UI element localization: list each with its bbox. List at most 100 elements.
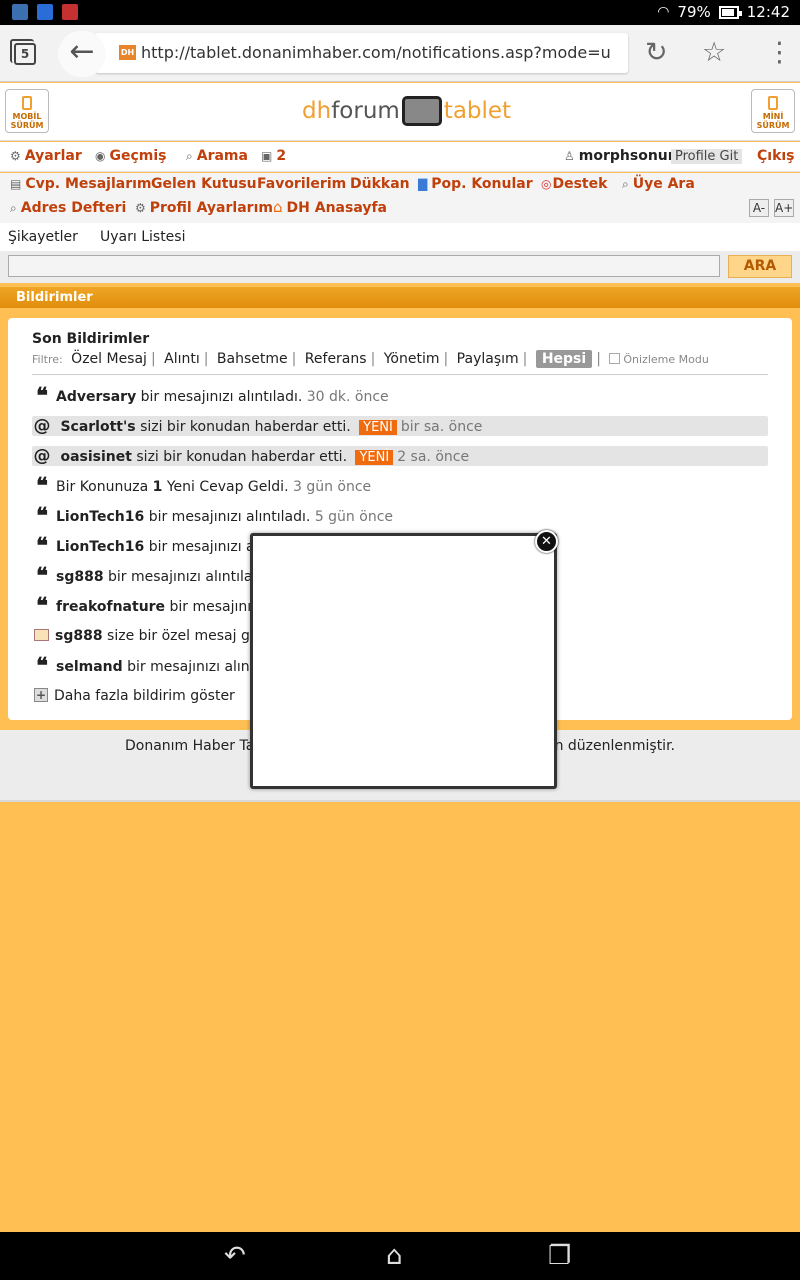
notification-user[interactable]: sg888 bbox=[56, 569, 104, 585]
wifi-icon: ◠ bbox=[657, 4, 670, 20]
mini-version-label: MİNİ SÜRÜM bbox=[756, 112, 790, 130]
notification-user[interactable]: selmand bbox=[56, 659, 123, 675]
notification-user[interactable]: Scarlott's bbox=[60, 419, 135, 435]
mini-version-button[interactable]: MİNİ SÜRÜM bbox=[751, 89, 795, 133]
site-favicon: DH bbox=[119, 45, 136, 60]
nav-messages[interactable]: ▣ 2 bbox=[261, 148, 286, 164]
filter-private-message[interactable]: Özel Mesaj bbox=[71, 351, 147, 367]
filter-mention[interactable]: Bahsetme bbox=[217, 351, 288, 367]
font-increase-button[interactable]: A+ bbox=[774, 199, 794, 217]
nav-history[interactable]: ◉ Geçmiş bbox=[95, 148, 167, 164]
nav-username[interactable]: ♙ morphsonur bbox=[564, 148, 675, 164]
search-icon: ⌕ bbox=[186, 149, 193, 163]
separator: | bbox=[596, 351, 601, 367]
back-button[interactable]: ← bbox=[58, 31, 106, 77]
phone-icon bbox=[22, 96, 32, 110]
back-icon[interactable]: ↶ bbox=[224, 1241, 246, 1271]
notification-row[interactable]: @ oasisinet sizi bir konudan haberdar et… bbox=[32, 446, 768, 466]
site-header: MOBİL SÜRÜM dh forum tablet MİNİ SÜRÜM bbox=[0, 83, 800, 141]
phone-icon bbox=[768, 96, 778, 110]
url-text: http://tablet.donanimhaber.com/notificat… bbox=[141, 43, 611, 62]
notification-icon bbox=[12, 4, 28, 20]
nav-member-search[interactable]: ⌕ Üye Ara bbox=[622, 176, 695, 192]
nav-dh-home[interactable]: ⌂ DH Anasayfa bbox=[273, 198, 387, 216]
url-bar[interactable]: DH http://tablet.donanimhaber.com/notifi… bbox=[95, 33, 628, 73]
notification-row[interactable]: ❝ Bir Konunuza 1 Yeni Cevap Geldi. 3 gün … bbox=[32, 473, 768, 499]
search-icon: ⌕ bbox=[10, 201, 17, 215]
profile-button[interactable]: Profile Git bbox=[671, 149, 743, 164]
font-decrease-button[interactable]: A- bbox=[749, 199, 769, 217]
notification-row[interactable]: ❝ LionTech16 bir mesajınızı alıntıladı. 5… bbox=[32, 505, 768, 527]
back-arrow-icon: ← bbox=[69, 34, 95, 69]
filter-reference[interactable]: Referans bbox=[305, 351, 367, 367]
tab-switcher-button[interactable]: 5 bbox=[10, 39, 36, 65]
nav-address-book[interactable]: ⌕ Adres Defteri bbox=[10, 200, 126, 216]
filter-management[interactable]: Yönetim bbox=[384, 351, 440, 367]
notification-user[interactable]: LionTech16 bbox=[56, 509, 144, 525]
notification-time: 30 dk. önce bbox=[306, 389, 389, 405]
checkbox[interactable] bbox=[609, 353, 621, 364]
quote-icon: ❝ bbox=[36, 473, 48, 499]
notification-row[interactable]: @ Scarlott's sizi bir konudan haberdar e… bbox=[32, 416, 768, 436]
search-button[interactable]: ARA bbox=[728, 255, 792, 278]
nav-shop[interactable]: Dükkan bbox=[350, 176, 410, 192]
nav-settings[interactable]: ⚙ Ayarlar bbox=[10, 148, 82, 164]
mention-icon: @ bbox=[33, 416, 51, 436]
nav-warning-list[interactable]: Uyarı Listesi bbox=[100, 229, 185, 245]
quote-icon: ❝ bbox=[36, 563, 48, 589]
notification-text: bir mesajınızı alıntıladı. bbox=[148, 509, 311, 525]
notification-time: 3 gün önce bbox=[292, 479, 372, 495]
new-badge: YENİ bbox=[359, 420, 397, 435]
filter-all[interactable]: Hepsi bbox=[535, 350, 593, 368]
notification-time: bir sa. önce bbox=[400, 419, 483, 435]
notification-text: bir mesajınızı alıntıladı bbox=[108, 569, 266, 585]
filter-share[interactable]: Paylaşım bbox=[457, 351, 519, 367]
nav-profile-settings[interactable]: ⚙ Profil Ayarlarım bbox=[135, 200, 273, 216]
close-icon[interactable]: ✕ bbox=[535, 530, 558, 553]
quote-icon: ❝ bbox=[36, 383, 48, 409]
notification-row[interactable]: ❝ Adversary bir mesajınızı alıntıladı. 30… bbox=[32, 383, 768, 409]
nav-complaints[interactable]: Şikayetler bbox=[8, 229, 78, 245]
divider bbox=[32, 374, 768, 375]
home-icon[interactable]: ⌂ bbox=[386, 1241, 403, 1271]
search-bar: ARA bbox=[0, 251, 800, 283]
separator: | bbox=[522, 351, 528, 367]
nav-popular[interactable]: ▇ Pop. Konular bbox=[418, 176, 533, 192]
notification-text: Bir Konunuza bbox=[56, 479, 149, 495]
separator: | bbox=[370, 351, 376, 367]
search-input[interactable] bbox=[8, 255, 720, 277]
logout-link[interactable]: Çıkış bbox=[757, 148, 795, 164]
notification-text: sizi bir konudan haberdar etti. bbox=[140, 419, 351, 435]
notification-text: sizi bir konudan haberdar etti. bbox=[136, 449, 348, 465]
nav-replies[interactable]: ▤ Cvp. Mesajlarım bbox=[10, 176, 152, 192]
reload-icon[interactable]: ↻ bbox=[645, 37, 668, 68]
nav-search[interactable]: ⌕ Arama bbox=[186, 148, 248, 164]
tablet-icon bbox=[401, 96, 442, 126]
monitor-icon: ▣ bbox=[261, 149, 273, 163]
site-logo[interactable]: dh forum tablet bbox=[302, 95, 511, 127]
menu-icon[interactable]: ⋮ bbox=[766, 37, 793, 68]
notification-user[interactable]: LionTech16 bbox=[56, 539, 144, 555]
lifebuoy-icon: ◎ bbox=[541, 177, 552, 191]
nav-support[interactable]: ◎Destek bbox=[541, 176, 607, 192]
notification-time: 2 sa. önce bbox=[397, 449, 470, 465]
nav-favorites[interactable]: Favorilerim bbox=[257, 176, 346, 192]
nav-inbox[interactable]: Gelen Kutusu bbox=[151, 176, 257, 192]
separator: | bbox=[291, 351, 297, 367]
filter-quote[interactable]: Alıntı bbox=[164, 351, 200, 367]
envelope-icon: . bbox=[34, 629, 49, 641]
system-nav-bar: ↶ ⌂ ❐ bbox=[0, 1232, 800, 1280]
status-bar: ◠ 79% 12:42 bbox=[0, 0, 800, 25]
recent-apps-icon[interactable]: ❐ bbox=[548, 1241, 571, 1271]
notification-user[interactable]: sg888 bbox=[55, 628, 103, 644]
quote-icon: ❝ bbox=[36, 533, 48, 559]
notification-user[interactable]: freakofnature bbox=[56, 599, 165, 615]
bookmark-star-icon[interactable]: ☆ bbox=[702, 37, 726, 68]
bar-chart-icon: ▇ bbox=[418, 177, 428, 191]
logo-dh: dh bbox=[302, 98, 332, 124]
mobile-version-button[interactable]: MOBİL SÜRÜM bbox=[5, 89, 49, 133]
notification-user[interactable]: oasisinet bbox=[60, 449, 131, 465]
notification-user[interactable]: Adversary bbox=[56, 389, 136, 405]
notification-time: 5 gün önce bbox=[314, 509, 394, 525]
preview-mode-toggle[interactable]: Önizleme Modu bbox=[609, 353, 709, 366]
